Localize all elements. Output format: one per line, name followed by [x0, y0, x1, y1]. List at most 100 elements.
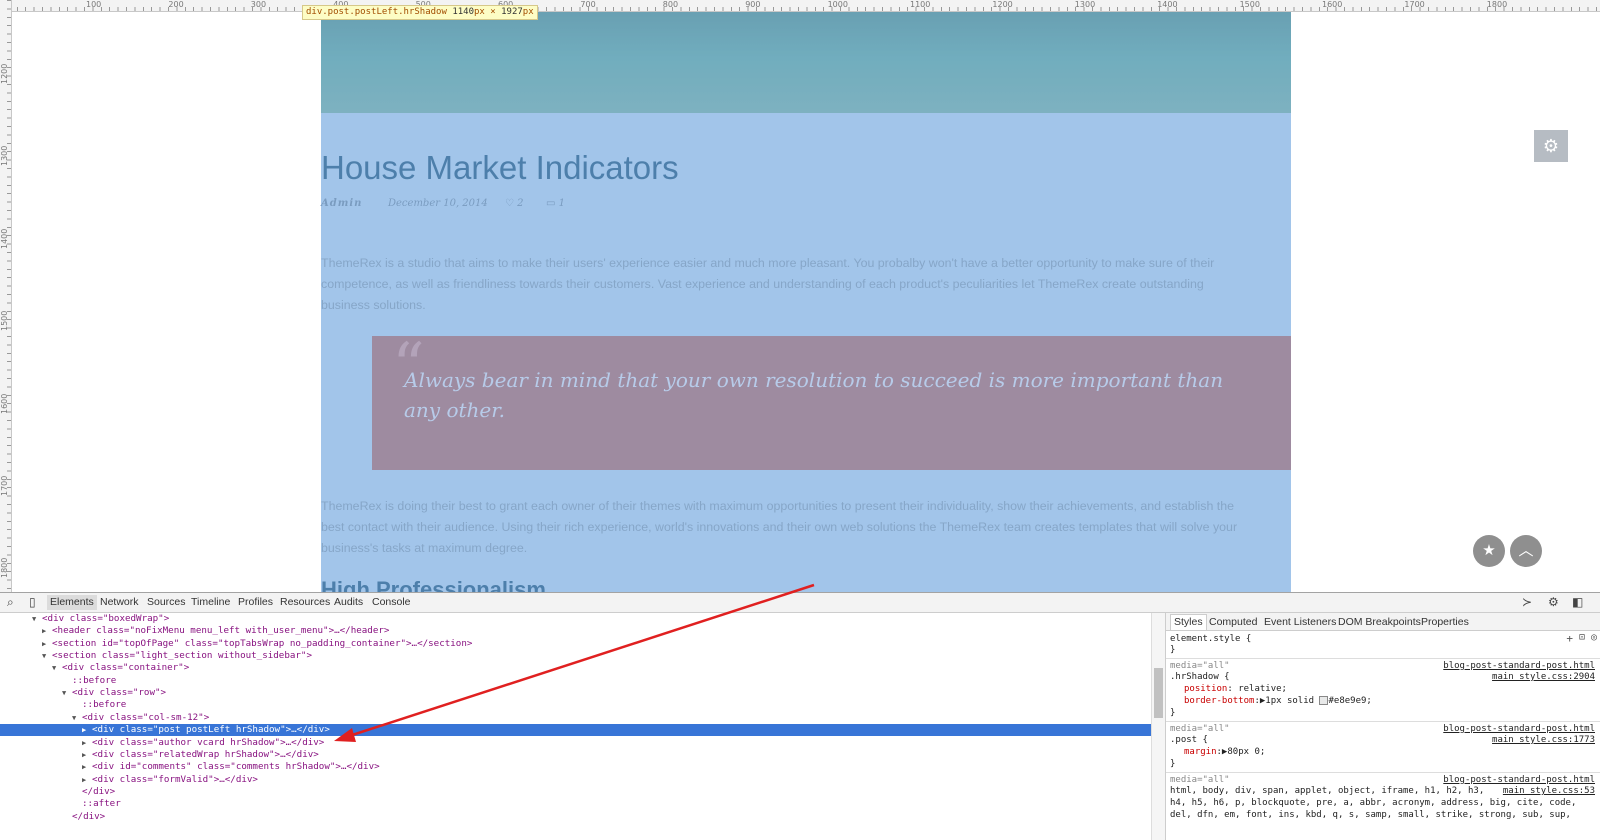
dom-node[interactable]: </div> — [72, 786, 1222, 798]
dom-tree[interactable]: ▼ <div class="boxedWrap"> ▶ <header class=… — [0, 613, 1232, 840]
ruler-tick-label: 1800 — [1486, 0, 1508, 9]
ruler-tick-label: 1500 — [1239, 0, 1260, 9]
ruler-tick-label: 100 — [86, 0, 102, 9]
dom-node[interactable]: ▼ <div class="boxedWrap"> — [32, 613, 1182, 625]
css-property[interactable]: position: relative; — [1184, 684, 1287, 694]
tab-profiles[interactable]: Profiles — [238, 596, 273, 608]
styles-tabs: Styles Computed Event Listeners DOM Brea… — [1166, 613, 1600, 631]
post-date: December 10, 2014 — [388, 198, 488, 209]
rule-source-link[interactable]: main_style.css:1773 — [1492, 735, 1595, 745]
comment-icon: ▭ — [546, 198, 556, 209]
rule-source-link[interactable]: main_style.css:2904 — [1492, 672, 1595, 682]
dom-node[interactable]: ::before — [62, 675, 1212, 687]
dom-node[interactable]: ▶ <div class="formValid">…</div> — [82, 774, 1232, 786]
tab-timeline[interactable]: Timeline — [191, 596, 230, 608]
rule-selector[interactable]: .post { — [1170, 735, 1208, 745]
dom-node[interactable]: ▼ <div class="container"> — [52, 662, 1202, 674]
new-style-rule-icon[interactable]: + — [1566, 632, 1573, 645]
element-style-selector[interactable]: element.style { — [1170, 634, 1251, 644]
rule-close-brace: } — [1170, 759, 1176, 769]
dom-node[interactable]: ::after — [72, 798, 1222, 810]
post-paragraph: ThemeRex is doing their best to grant ea… — [321, 499, 1238, 555]
likes-counter[interactable]: ♡ 2 — [505, 198, 524, 209]
dom-node[interactable]: ::before — [72, 699, 1222, 711]
ruler-tick-label: 1700 — [1404, 0, 1425, 9]
rule-selector[interactable]: del, dfn, em, font, ins, kbd, q, s, samp… — [1170, 810, 1571, 820]
css-property[interactable]: margin:▶80px 0; — [1184, 747, 1265, 757]
tab-computed[interactable]: Computed — [1209, 616, 1257, 628]
blockquote: “ Always bear in mind that your own reso… — [372, 330, 1291, 470]
quote-text: Always bear in mind that your own resolu… — [404, 368, 1224, 422]
rule-selector[interactable]: .hrShadow { — [1170, 672, 1230, 682]
post-hero-image — [321, 12, 1291, 113]
horizontal-ruler: 1002003004005006007008009001000110012001… — [0, 0, 1600, 12]
ruler-tick-label: 1300 — [1074, 0, 1096, 9]
tooltip-height: 1927 — [501, 7, 523, 17]
rule-selector[interactable]: h4, h5, h6, p, blockquote, pre, a, abbr,… — [1170, 798, 1576, 808]
ruler-tick-label: 800 — [662, 0, 679, 9]
tab-elements[interactable]: Elements — [47, 595, 97, 610]
ruler-tick-label: 1400 — [1157, 0, 1178, 9]
rule-file-link[interactable]: blog-post-standard-post.html — [1443, 724, 1595, 734]
toggle-state-icon[interactable]: ⊡ — [1579, 632, 1585, 643]
dom-node[interactable]: ▼ <div class="col-sm-12"> — [72, 712, 1222, 724]
favorite-star-button[interactable]: ★ — [1473, 535, 1505, 567]
dock-side-icon[interactable]: ◧ — [1572, 595, 1583, 609]
ruler-tick-label: 900 — [745, 0, 761, 9]
tab-event-listeners[interactable]: Event Listeners — [1264, 616, 1336, 628]
tab-styles[interactable]: Styles — [1170, 614, 1207, 630]
dom-node[interactable]: </div> — [62, 811, 1212, 823]
dom-node-selected[interactable]: ▶ <div class="post postLeft hrShadow">…</… — [0, 724, 1232, 737]
console-drawer-icon[interactable]: ≻ — [1522, 595, 1532, 609]
rule-source-link[interactable]: main_style.css:53 — [1503, 786, 1595, 796]
device-mode-icon[interactable]: ▯ — [29, 595, 36, 609]
comments-count: 1 — [558, 198, 566, 209]
devtools-panel: ⌕ ▯ Elements Network Sources Timeline Pr… — [0, 592, 1600, 840]
tooltip-selector: div.post.postLeft.hrShadow — [306, 7, 447, 17]
element-size-tooltip: div.post.postLeft.hrShadow 1140px × 1927… — [302, 5, 538, 20]
ruler-tick-label: 700 — [580, 0, 596, 9]
scrollbar-thumb[interactable] — [1154, 668, 1163, 718]
dom-node[interactable]: ▶ <header class="noFixMenu menu_left with… — [42, 625, 1192, 637]
tab-audits[interactable]: Audits — [334, 596, 363, 608]
ruler-tick-label: 1200 — [992, 0, 1013, 9]
ruler-tick-label: 1700 — [0, 475, 9, 496]
tooltip-width: 1140 — [452, 7, 474, 17]
ruler-tick-label: 1200 — [0, 63, 9, 84]
rule-file-link[interactable]: blog-post-standard-post.html — [1443, 661, 1595, 671]
tab-console[interactable]: Console — [372, 596, 411, 608]
post-author[interactable]: Admin — [321, 198, 362, 209]
rule-media: media="all" — [1170, 724, 1230, 734]
tab-dom-breakpoints[interactable]: DOM Breakpoints — [1338, 616, 1421, 628]
dom-node[interactable]: ▶ <section id="topOfPage" class="topTabsW… — [42, 638, 1192, 650]
dom-node[interactable]: ▶ <div id="comments" class="comments hrSh… — [82, 761, 1232, 773]
css-property[interactable]: border-bottom:▶1px solid #e8e9e9; — [1184, 696, 1372, 706]
post-title[interactable]: House Market Indicators — [321, 149, 679, 187]
dom-node[interactable]: ▶ <div class="author vcard hrShadow">…</d… — [82, 737, 1232, 749]
scroll-to-top-button[interactable]: ︿ — [1510, 535, 1542, 567]
likes-count: 2 — [517, 198, 524, 209]
page-viewport: House Market Indicators Admin December 1… — [12, 12, 1600, 603]
dom-node[interactable]: ▼ <div class="row"> — [62, 687, 1212, 699]
gear-icon[interactable]: ⚙ — [1548, 595, 1559, 609]
dom-scrollbar[interactable] — [1151, 613, 1165, 840]
rule-selector[interactable]: html, body, div, span, applet, object, i… — [1170, 786, 1484, 796]
heart-icon: ♡ — [505, 198, 514, 209]
rule-file-link[interactable]: blog-post-standard-post.html — [1443, 775, 1595, 785]
tab-network[interactable]: Network — [100, 596, 139, 608]
ruler-tick-label: 1500 — [0, 310, 9, 332]
dom-node[interactable]: ▼ <section class="light_section without_s… — [42, 650, 1192, 662]
tooltip-times: × — [490, 7, 496, 17]
settings-gear-icon[interactable]: ⚙ — [1534, 130, 1568, 162]
animation-icon[interactable]: ◎ — [1591, 632, 1597, 643]
tab-resources[interactable]: Resources — [280, 596, 330, 608]
dom-node[interactable]: ▶ <div class="relatedWrap hrShadow">…</di… — [82, 749, 1232, 761]
comments-counter[interactable]: ▭ 1 — [546, 198, 565, 209]
inspect-search-icon[interactable]: ⌕ — [7, 595, 14, 610]
ruler-tick-label: 1400 — [0, 228, 9, 249]
tab-properties[interactable]: Properties — [1421, 616, 1469, 628]
star-icon: ★ — [1482, 542, 1496, 559]
ruler-tick-label: 1800 — [0, 558, 9, 579]
inspected-post-highlight[interactable]: House Market Indicators Admin December 1… — [321, 12, 1291, 603]
tab-sources[interactable]: Sources — [147, 596, 186, 608]
